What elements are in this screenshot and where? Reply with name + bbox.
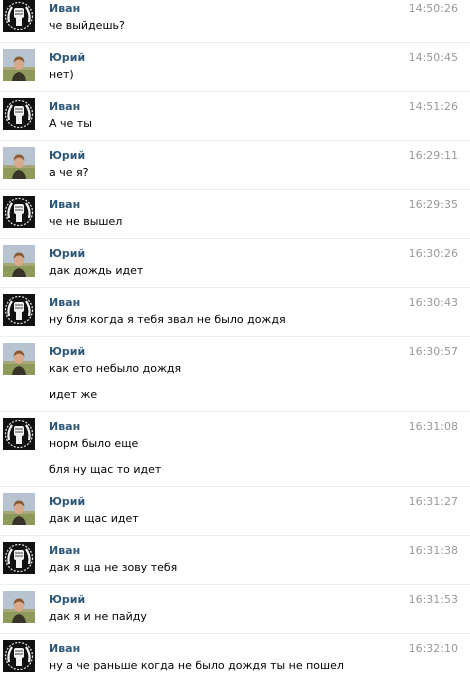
message-divider bbox=[0, 140, 470, 141]
message-divider bbox=[0, 189, 470, 190]
message-text: че выйдешь? bbox=[49, 19, 125, 32]
author-name[interactable]: Юрий bbox=[49, 149, 85, 162]
message-text: дак я и не пайду bbox=[49, 610, 147, 623]
message-history: Иван 14:50:26 че выйдешь? Юрий 14:50:45 нет)… bbox=[0, 0, 470, 681]
author-name[interactable]: Юрий bbox=[49, 247, 85, 260]
author-name[interactable]: Иван bbox=[49, 420, 80, 433]
message-text: дак дождь идет bbox=[49, 264, 144, 277]
message-divider bbox=[0, 238, 470, 239]
message-text: А че ты bbox=[49, 117, 92, 130]
message-time: 16:29:11 bbox=[408, 149, 458, 162]
avatar-yuri[interactable] bbox=[3, 493, 35, 525]
avatar-yuri[interactable] bbox=[3, 49, 35, 81]
message: Иван 16:31:08 норм было еще бля ну щас то и… bbox=[0, 418, 470, 493]
message-text: как ето небыло дождя bbox=[49, 362, 182, 375]
message-time: 16:31:38 bbox=[408, 544, 458, 557]
author-name[interactable]: Юрий bbox=[49, 51, 85, 64]
avatar-yuri[interactable] bbox=[3, 245, 35, 277]
message-time: 16:30:57 bbox=[408, 345, 458, 358]
message-time: 16:29:35 bbox=[408, 198, 458, 211]
message-divider bbox=[0, 287, 470, 288]
message-text: идет же bbox=[49, 388, 98, 401]
author-name[interactable]: Иван bbox=[49, 544, 80, 557]
message-text: дак я ща не зову тебя bbox=[49, 561, 178, 574]
message-divider bbox=[0, 535, 470, 536]
message: Иван 16:32:10 ну а че раньше когда не было… bbox=[0, 640, 470, 681]
avatar-ivan[interactable] bbox=[3, 418, 35, 450]
message-time: 14:50:45 bbox=[408, 51, 458, 64]
message-divider bbox=[0, 42, 470, 43]
avatar-ivan[interactable] bbox=[3, 0, 35, 32]
message-text: норм было еще bbox=[49, 437, 139, 450]
message-text: ну бля когда я тебя звал не было дождя bbox=[49, 313, 286, 326]
message-time: 16:31:27 bbox=[408, 495, 458, 508]
avatar-ivan[interactable] bbox=[3, 294, 35, 326]
avatar-yuri[interactable] bbox=[3, 591, 35, 623]
message-divider bbox=[0, 486, 470, 487]
message-time: 16:31:53 bbox=[408, 593, 458, 606]
author-name[interactable]: Иван bbox=[49, 296, 80, 309]
author-name[interactable]: Юрий bbox=[49, 495, 85, 508]
avatar-ivan[interactable] bbox=[3, 196, 35, 228]
message-time: 16:31:08 bbox=[408, 420, 458, 433]
avatar-ivan[interactable] bbox=[3, 542, 35, 574]
author-name[interactable]: Юрий bbox=[49, 593, 85, 606]
message-time: 16:32:10 bbox=[408, 642, 458, 655]
message-divider bbox=[0, 633, 470, 634]
message-time: 16:30:26 bbox=[408, 247, 458, 260]
message-text: бля ну щас то идет bbox=[49, 463, 162, 476]
message-time: 16:30:43 bbox=[408, 296, 458, 309]
message-text: дак и щас идет bbox=[49, 512, 139, 525]
avatar-ivan[interactable] bbox=[3, 98, 35, 130]
avatar-yuri[interactable] bbox=[3, 147, 35, 179]
message-text: че не вышел bbox=[49, 215, 123, 228]
author-name[interactable]: Иван bbox=[49, 2, 80, 15]
message-text: нет) bbox=[49, 68, 74, 81]
message-time: 14:50:26 bbox=[408, 2, 458, 15]
avatar-ivan[interactable] bbox=[3, 640, 35, 672]
message-time: 14:51:26 bbox=[408, 100, 458, 113]
author-name[interactable]: Юрий bbox=[49, 345, 85, 358]
author-name[interactable]: Иван bbox=[49, 100, 80, 113]
author-name[interactable]: Иван bbox=[49, 198, 80, 211]
message-text: а че я? bbox=[49, 166, 89, 179]
message-divider bbox=[0, 411, 470, 412]
message-divider bbox=[0, 336, 470, 337]
avatar-yuri[interactable] bbox=[3, 343, 35, 375]
message-text: ну а че раньше когда не было дождя ты не… bbox=[49, 659, 344, 672]
message: Юрий 16:30:57 как ето небыло дождя идет же bbox=[0, 343, 470, 418]
author-name[interactable]: Иван bbox=[49, 642, 80, 655]
message-divider bbox=[0, 91, 470, 92]
message-divider bbox=[0, 584, 470, 585]
